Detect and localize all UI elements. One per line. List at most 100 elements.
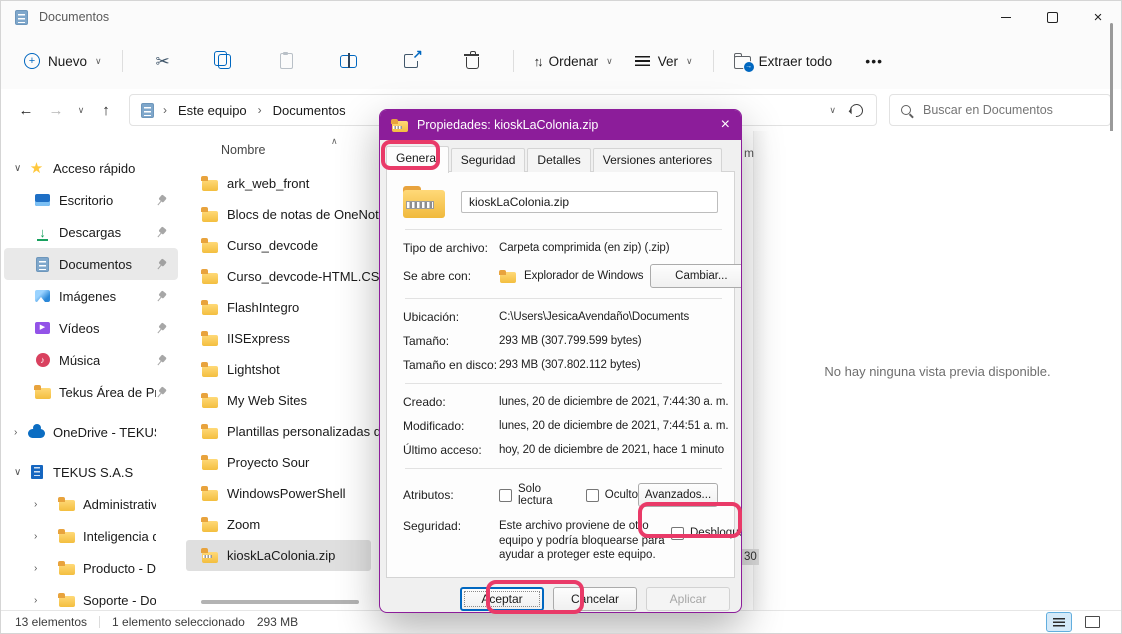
rename-button[interactable] [320, 48, 378, 75]
sidebar-item[interactable]: ∨ Acceso rápido [4, 152, 178, 184]
sidebar-item[interactable]: Música [4, 344, 178, 376]
ellipsis-icon [865, 53, 883, 69]
dialog-close-icon[interactable]: × [708, 117, 730, 133]
status-divider [99, 616, 100, 628]
delete-button[interactable] [444, 46, 502, 76]
sidebar-item-icon [34, 224, 51, 241]
sidebar-item-label: Vídeos [59, 321, 99, 336]
sidebar-item[interactable]: Escritorio [4, 184, 178, 216]
sidebar-item[interactable]: Tekus Área de Pro [4, 376, 178, 408]
zipper-detail [406, 201, 434, 209]
tree-chevron-icon[interactable]: › [34, 563, 58, 574]
close-button[interactable]: × [1075, 1, 1121, 33]
toolbar-divider [513, 50, 514, 72]
filename-input[interactable] [461, 191, 718, 213]
change-button[interactable]: Cambiar... [650, 264, 742, 288]
details-view-icon [1053, 618, 1065, 627]
preview-empty-message: No hay ninguna vista previa disponible. [754, 364, 1121, 379]
recent-locations-button[interactable]: ∨ [71, 95, 91, 125]
location-value: C:\Users\JesicaAvendaño\Documents [499, 311, 718, 323]
read-only-checkbox[interactable] [499, 489, 512, 502]
unblock-checkbox-group[interactable]: Desbloquear [671, 519, 742, 563]
extract-all-button[interactable]: Extraer todo [725, 47, 842, 76]
share-button[interactable] [382, 47, 440, 75]
tree-chevron-icon[interactable]: ∨ [14, 467, 28, 478]
sidebar-item[interactable]: Descargas [4, 216, 178, 248]
column-header-label: Nombre [221, 143, 265, 157]
file-name: Curso_devcode [227, 238, 318, 253]
toolbar-divider [713, 50, 714, 72]
search-input[interactable] [921, 102, 1099, 118]
details-view-button[interactable] [1046, 612, 1072, 632]
sidebar-item[interactable]: ∨ TEKUS S.A.S [4, 456, 178, 488]
forward-button[interactable]: → [41, 95, 71, 125]
tree-chevron-icon[interactable]: › [34, 595, 58, 606]
tree-chevron-icon[interactable]: ∨ [14, 163, 28, 174]
breadcrumb-documents[interactable]: Documentos [269, 101, 350, 120]
sidebar-item[interactable]: Imágenes [4, 280, 178, 312]
pin-icon [154, 257, 169, 272]
file-name: ark_web_front [227, 176, 309, 191]
back-button[interactable]: ← [11, 95, 41, 125]
up-button[interactable]: ↑ [91, 95, 121, 125]
read-only-checkbox-group[interactable]: Solo lectura [499, 483, 570, 507]
cut-button[interactable] [134, 46, 192, 77]
minimize-button[interactable] [983, 1, 1029, 33]
sidebar-item[interactable]: Vídeos [4, 312, 178, 344]
sort-button[interactable]: Ordenar ∨ [525, 47, 622, 76]
tree-chevron-icon[interactable]: › [34, 531, 58, 542]
unblock-checkbox[interactable] [671, 527, 684, 540]
sidebar-item[interactable]: › Soporte - Document [4, 584, 178, 611]
sidebar-item[interactable]: › Producto - Docume [4, 552, 178, 584]
selection-count: 1 elemento seleccionado [112, 615, 245, 629]
paste-icon [280, 53, 293, 69]
dialog-tab[interactable]: General [386, 146, 449, 173]
chevron-right-icon: › [163, 103, 167, 117]
dialog-tab[interactable]: Seguridad [451, 148, 526, 172]
tree-chevron-icon[interactable]: › [34, 499, 58, 510]
breadcrumb-this-pc[interactable]: Este equipo [174, 101, 251, 120]
search-box[interactable] [889, 94, 1111, 126]
apply-button[interactable]: Aplicar [646, 587, 730, 611]
dialog-title-bar[interactable]: Propiedades: kioskLaColonia.zip × [380, 110, 741, 140]
more-options-button[interactable] [845, 46, 903, 76]
trash-icon [466, 57, 479, 69]
address-dropdown-icon[interactable]: ∨ [829, 105, 836, 116]
hidden-label: Oculto [605, 489, 638, 501]
sidebar-item[interactable]: Documentos [4, 248, 178, 280]
sidebar-item-icon [28, 160, 45, 177]
file-icon [201, 423, 218, 440]
maximize-button[interactable] [1029, 1, 1075, 33]
advanced-button[interactable]: Avanzados... [638, 483, 718, 507]
large-icons-view-button[interactable] [1079, 612, 1105, 632]
view-button[interactable]: Ver ∨ [626, 47, 702, 76]
dialog-tab[interactable]: Detalles [527, 148, 590, 172]
sidebar-item[interactable]: › Administrativo - Rer [4, 488, 178, 520]
read-only-label: Solo lectura [518, 483, 570, 507]
ok-button[interactable]: Aceptar [460, 587, 544, 611]
security-label: Seguridad: [403, 519, 499, 563]
file-icon [201, 268, 218, 285]
chevron-right-icon: › [258, 103, 262, 117]
sidebar-item[interactable]: › Inteligencia de Nego [4, 520, 178, 552]
dialog-tab[interactable]: Versiones anteriores [593, 148, 722, 172]
new-button[interactable]: Nuevo ∨ [15, 46, 111, 76]
file-name: IISExpress [227, 331, 290, 346]
hidden-checkbox[interactable] [586, 489, 599, 502]
cancel-button[interactable]: Cancelar [553, 587, 637, 611]
modified-value: lunes, 20 de diciembre de 2021, 7:44:51 … [499, 420, 729, 432]
file-icon [201, 454, 218, 471]
file-row[interactable]: kioskLaColonia.zip [186, 540, 371, 571]
horizontal-scrollbar[interactable] [201, 600, 359, 604]
sidebar-item-label: Producto - Docume [83, 561, 156, 576]
sort-ascending-icon: ∧ [331, 136, 338, 147]
sidebar-item[interactable]: › OneDrive - TEKUS S.A [4, 416, 178, 448]
hidden-checkbox-group[interactable]: Oculto [586, 483, 638, 507]
refresh-icon[interactable] [847, 101, 865, 119]
paste-button[interactable] [258, 46, 316, 76]
tree-chevron-icon[interactable]: › [14, 427, 28, 438]
unblock-label: Desbloquear [690, 527, 742, 539]
copy-button[interactable] [196, 47, 254, 76]
sidebar-item-label: Imágenes [59, 289, 116, 304]
accessed-label: Último acceso: [403, 443, 499, 457]
